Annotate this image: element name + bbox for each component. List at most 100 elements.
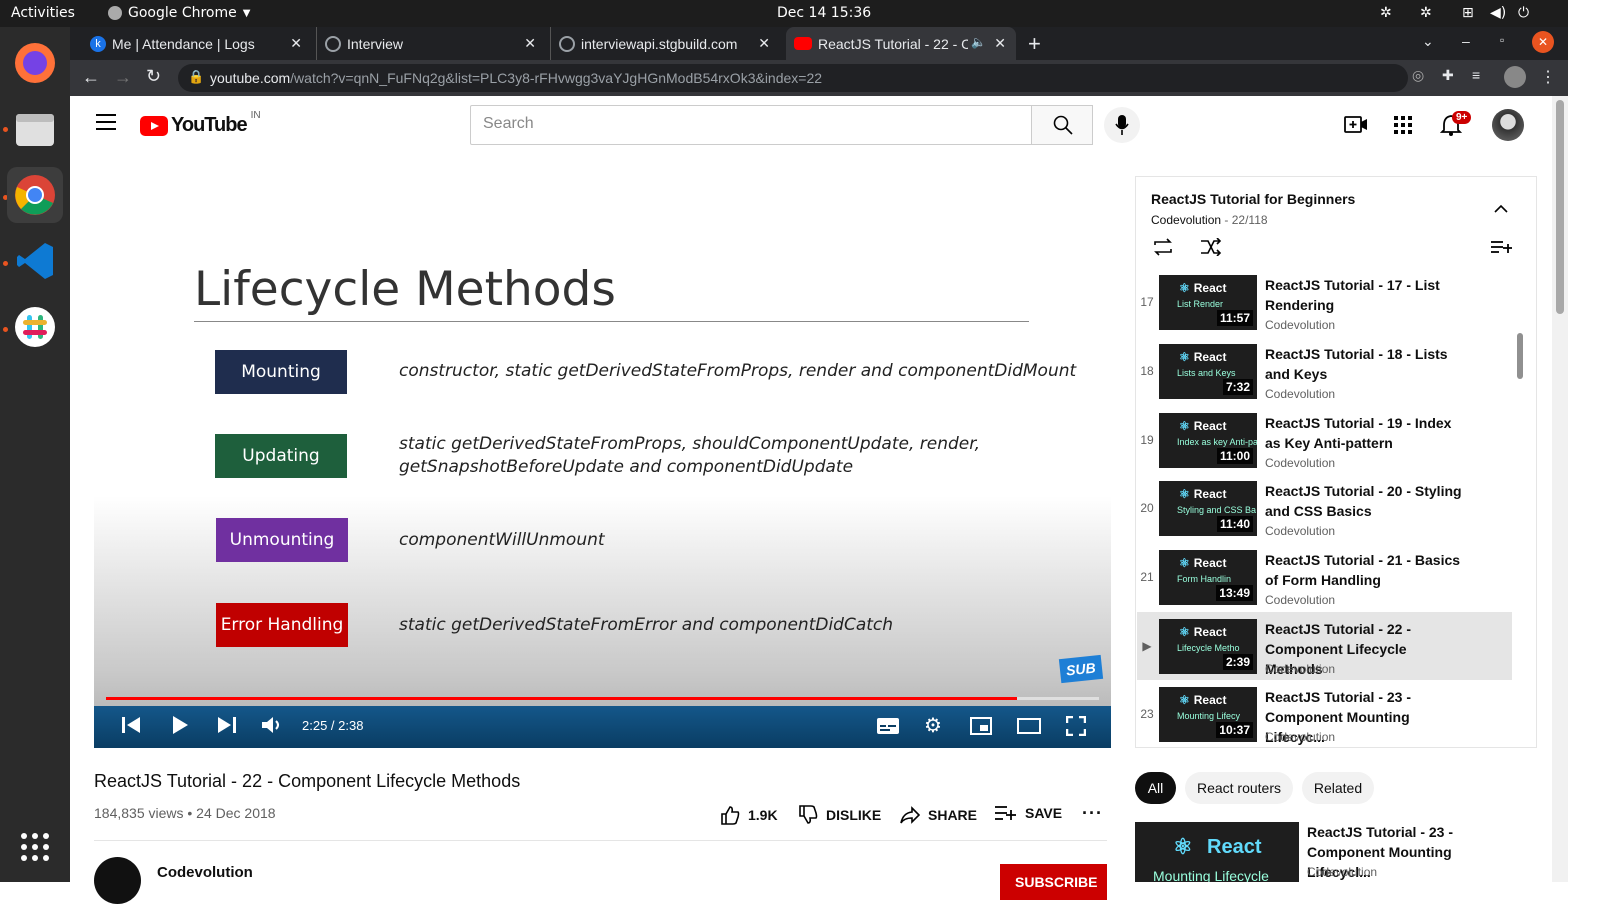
close-icon[interactable]: ✕ (994, 35, 1006, 52)
subscribe-button[interactable]: SUBSCRIBE (1000, 864, 1107, 900)
activities-button[interactable]: Activities (11, 5, 75, 21)
video-player[interactable]: Lifecycle Methods Mounting constructor, … (94, 176, 1111, 748)
share-button[interactable]: SHARE (900, 805, 977, 825)
scrollbar-thumb[interactable] (1556, 100, 1564, 314)
dislike-button[interactable]: DISLIKE (798, 805, 881, 825)
theater-mode-icon[interactable] (1017, 717, 1041, 740)
voice-search-button[interactable] (1104, 107, 1140, 143)
playlist-scrollbar[interactable] (1517, 333, 1523, 379)
app-menu[interactable]: Google Chrome ▼ (108, 5, 250, 21)
close-icon[interactable]: ✕ (290, 35, 302, 52)
tab-interview[interactable]: Interview ✕ (316, 27, 546, 60)
tab-search-icon[interactable]: ⌄ (1422, 33, 1434, 50)
power-icon[interactable]: ⏻ (1518, 5, 1529, 21)
search-button[interactable] (1031, 105, 1093, 145)
save-playlist-icon[interactable] (1491, 240, 1513, 259)
forward-icon[interactable]: → (114, 67, 132, 88)
miniplayer-icon[interactable] (970, 717, 992, 740)
video-duration: 10:37 (1216, 722, 1253, 738)
files-icon (16, 114, 54, 146)
playlist-thumbnail: ⚛ React List Render 11:57 (1159, 275, 1257, 330)
progress-track[interactable] (106, 697, 1099, 700)
related-channel[interactable]: Codevolution (1307, 865, 1377, 879)
chip-related[interactable]: Related (1302, 772, 1374, 804)
wired-network-icon[interactable]: ⊞ (1462, 5, 1474, 21)
chrome-launcher[interactable] (7, 167, 63, 223)
playlist-item[interactable]: 21 ⚛ React Form Handlin 13:49 ReactJS Tutoria… (1137, 548, 1512, 616)
previous-icon[interactable] (122, 716, 140, 739)
save-button[interactable]: SAVE (995, 805, 1062, 821)
collapse-playlist-icon[interactable] (1494, 201, 1508, 219)
region-code: IN (250, 110, 261, 121)
more-vert-icon[interactable]: ⋮ (1540, 67, 1556, 87)
lock-icon[interactable]: 🔒 (188, 69, 204, 85)
channel-avatar[interactable] (94, 857, 141, 904)
channel-name[interactable]: Codevolution (157, 864, 253, 881)
progress-fill (106, 697, 1017, 700)
fullscreen-icon[interactable] (1065, 715, 1087, 741)
playlist-title[interactable]: ReactJS Tutorial for Beginners (1151, 191, 1355, 207)
slack-launcher[interactable] (7, 299, 63, 355)
shuffle-icon[interactable] (1200, 237, 1222, 261)
youtube-logo[interactable]: YouTube IN (140, 110, 261, 137)
video-duration: 11:40 (1216, 516, 1253, 532)
clock[interactable]: Dec 14 15:36 (777, 5, 871, 21)
apps-grid-icon[interactable] (1394, 116, 1412, 139)
vscode-launcher[interactable] (7, 233, 63, 289)
tab-title: interviewapi.stgbuild.com (581, 35, 738, 52)
back-icon[interactable]: ← (82, 67, 100, 88)
show-apps-button[interactable] (7, 819, 63, 875)
system-top-bar: Activities Google Chrome ▼ Dec 14 15:36 … (0, 0, 1568, 27)
subscribe-watermark[interactable]: SUB (1058, 654, 1103, 684)
volume-icon[interactable] (262, 716, 284, 739)
media-control-icon[interactable]: ≡ (1472, 67, 1480, 83)
close-icon[interactable]: ✕ (758, 35, 770, 52)
next-icon[interactable] (218, 716, 236, 739)
play-icon[interactable] (170, 715, 190, 740)
reload-icon[interactable]: ↻ (146, 66, 161, 87)
chip-react-routers[interactable]: React routers (1185, 772, 1293, 804)
new-tab-button[interactable]: + (1028, 31, 1041, 57)
tab-interviewapi[interactable]: interviewapi.stgbuild.com ✕ (550, 27, 780, 60)
puzzle-icon[interactable]: ✚ (1442, 67, 1454, 84)
loop-playlist-icon[interactable] (1152, 238, 1174, 261)
extension-icon[interactable]: ◎ (1412, 67, 1424, 84)
tab-youtube-active[interactable]: ReactJS Tutorial - 22 - C 🔈 ✕ (786, 27, 1016, 60)
settings-gear-icon[interactable]: ⚙ (924, 716, 942, 736)
playlist-item[interactable]: 17 ⚛ React List Render 11:57 ReactJS Tutorial… (1137, 273, 1512, 341)
maximize-icon[interactable]: ▫ (1500, 33, 1504, 47)
like-button[interactable]: 1.9K (720, 805, 778, 825)
app-name-label: Google Chrome (128, 5, 237, 21)
page-scrollbar[interactable] (1552, 96, 1568, 882)
more-actions-icon[interactable]: ··· (1082, 803, 1103, 824)
tab-attendance[interactable]: k Me | Attendance | Logs ✕ (82, 27, 312, 60)
window-close-icon[interactable]: ✕ (1532, 31, 1554, 53)
url-domain: youtube.com (210, 70, 291, 86)
accessibility-icon[interactable]: ✲ (1420, 5, 1432, 21)
account-avatar[interactable] (1492, 109, 1524, 141)
playlist-item[interactable]: 23 ⚛ React Mounting Lifecy 10:37 ReactJS Tuto… (1137, 685, 1512, 746)
subtitles-icon[interactable] (877, 717, 899, 740)
mounting-desc: constructor, static getDerivedStateFromP… (399, 361, 1077, 381)
search-input[interactable]: Search (470, 105, 1032, 145)
search-icon (1053, 115, 1073, 135)
files-launcher[interactable] (7, 101, 63, 157)
hamburger-menu-icon[interactable] (96, 114, 116, 130)
firefox-launcher[interactable] (7, 35, 63, 91)
chip-all[interactable]: All (1135, 772, 1176, 804)
address-bar[interactable]: 🔒 youtube.com/watch?v=qnN_FuFNq2g&list=P… (178, 64, 1408, 92)
chrome-icon (15, 175, 55, 215)
close-icon[interactable]: ✕ (524, 35, 536, 52)
related-thumbnail[interactable]: ⚛ React Mounting Lifecycle (1135, 822, 1299, 882)
playlist-item[interactable]: 20 ⚛ React Styling and CSS Ba 11:40 ReactJS T… (1137, 479, 1512, 547)
playlist-channel[interactable]: Codevolution (1151, 213, 1221, 227)
audio-playing-icon[interactable]: 🔈 (971, 35, 986, 49)
playlist-item[interactable]: ▶ ⚛ React Lifecycle Metho 2:39 ReactJS Tutori… (1137, 612, 1512, 680)
network-icon[interactable]: ✲ (1380, 5, 1392, 21)
minimize-icon[interactable]: – (1462, 33, 1470, 49)
playlist-item[interactable]: 19 ⚛ React Index as key Anti-pa 11:00 ReactJS… (1137, 411, 1512, 479)
playlist-item[interactable]: 18 ⚛ React Lists and Keys 7:32 ReactJS Tutori… (1137, 342, 1512, 410)
profile-avatar[interactable] (1504, 66, 1526, 88)
volume-icon[interactable]: ◀) (1490, 5, 1506, 21)
create-video-icon[interactable] (1344, 114, 1368, 141)
